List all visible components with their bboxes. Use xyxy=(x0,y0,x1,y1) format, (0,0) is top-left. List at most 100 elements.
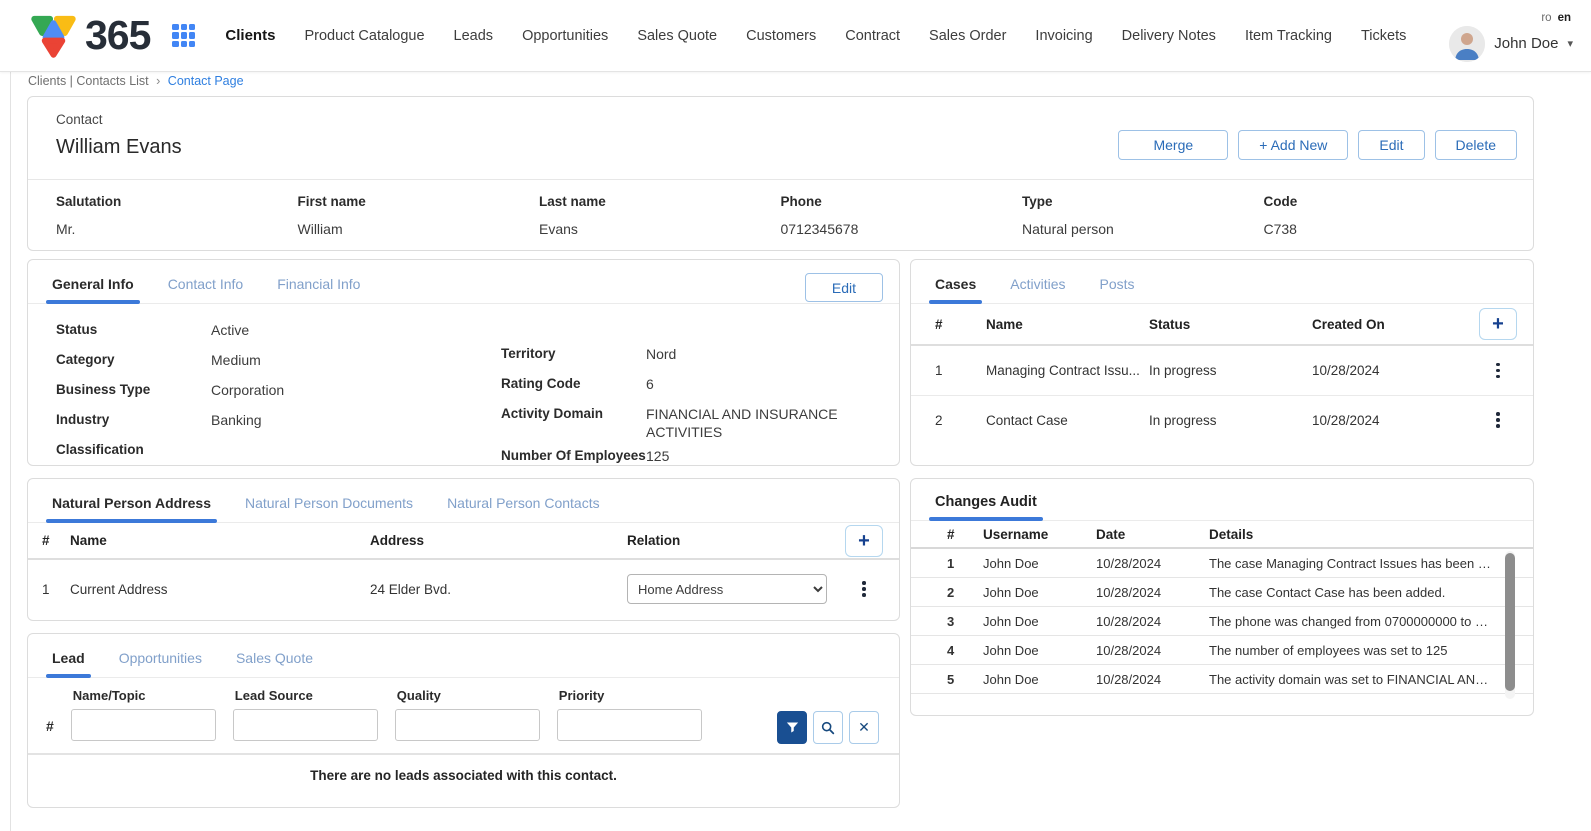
filter-name-topic: Name/Topic xyxy=(71,688,216,741)
audit-scrollbar-thumb[interactable] xyxy=(1505,553,1515,691)
app-logo[interactable]: 365 xyxy=(30,12,150,59)
nav-item-opportunities[interactable]: Opportunities xyxy=(522,28,608,44)
edit-button[interactable]: Edit xyxy=(1358,130,1424,160)
add-address-button[interactable]: + xyxy=(845,525,883,557)
main-nav: Clients Product Catalogue Leads Opportun… xyxy=(225,27,1406,44)
tab-cases[interactable]: Cases xyxy=(935,276,976,303)
nav-item-contract[interactable]: Contract xyxy=(845,28,900,44)
add-new-button[interactable]: + Add New xyxy=(1238,130,1348,160)
search-button[interactable] xyxy=(813,711,843,744)
field-business-type: Business Type Corporation xyxy=(56,381,501,405)
nav-item-sales-quote[interactable]: Sales Quote xyxy=(637,28,717,44)
tab-posts[interactable]: Posts xyxy=(1100,276,1135,303)
breadcrumb: Clients | Contacts List › Contact Page xyxy=(28,74,244,88)
general-info-tabs: General Info Contact Info Financial Info xyxy=(28,260,899,304)
kebab-menu-icon[interactable] xyxy=(1479,363,1517,379)
audit-table-header: # Username Date Details xyxy=(911,521,1533,549)
chevron-down-icon: ▾ xyxy=(1567,37,1573,50)
nav-item-customers[interactable]: Customers xyxy=(746,28,816,44)
funnel-icon xyxy=(785,720,800,735)
priority-input[interactable] xyxy=(557,709,702,741)
address-tabs: Natural Person Address Natural Person Do… xyxy=(28,479,899,523)
audit-title-wrap: Changes Audit xyxy=(911,479,1533,521)
changes-audit-card: Changes Audit # Username Date Details 1 … xyxy=(910,478,1534,716)
content-left-rule xyxy=(10,72,11,831)
nav-item-product-catalogue[interactable]: Product Catalogue xyxy=(304,28,424,44)
quality-input[interactable] xyxy=(395,709,540,741)
row-number-column: # xyxy=(46,718,54,734)
lang-en[interactable]: en xyxy=(1558,12,1571,24)
lead-source-input[interactable] xyxy=(233,709,378,741)
relation-select[interactable]: Home Address xyxy=(627,574,827,604)
nav-item-invoicing[interactable]: Invoicing xyxy=(1035,28,1092,44)
app-grid-icon[interactable] xyxy=(172,24,195,47)
case-row[interactable]: 2 Contact Case In progress 10/28/2024 xyxy=(911,395,1533,444)
audit-scrollbar xyxy=(1505,551,1515,699)
cases-card: Cases Activities Posts # Name Status Cre… xyxy=(910,259,1534,466)
field-activity-domain: Activity Domain FINANCIAL AND INSURANCE … xyxy=(501,405,875,441)
logo-text: 365 xyxy=(85,15,150,56)
nav-item-leads[interactable]: Leads xyxy=(454,28,494,44)
tab-financial-info[interactable]: Financial Info xyxy=(277,276,360,303)
tab-natural-person-contacts[interactable]: Natural Person Contacts xyxy=(447,495,600,522)
lang-ro[interactable]: ro xyxy=(1541,12,1551,24)
tab-sales-quote[interactable]: Sales Quote xyxy=(236,650,313,677)
field-type: Type Natural person xyxy=(1022,194,1264,237)
leads-empty-message: There are no leads associated with this … xyxy=(28,768,899,783)
breadcrumb-trail[interactable]: Clients | Contacts List xyxy=(28,74,149,88)
tab-lead[interactable]: Lead xyxy=(52,650,85,677)
kebab-menu-icon[interactable] xyxy=(1479,412,1517,428)
audit-title: Changes Audit xyxy=(935,494,1037,520)
lead-tabs: Lead Opportunities Sales Quote xyxy=(28,634,899,678)
audit-row: 1 John Doe 10/28/2024 The case Managing … xyxy=(911,549,1533,578)
tab-opportunities[interactable]: Opportunities xyxy=(119,650,202,677)
add-case-button[interactable]: + xyxy=(1479,308,1517,340)
field-number-of-employees: Number Of Employees 125 xyxy=(501,447,875,471)
merge-button[interactable]: Merge xyxy=(1118,130,1228,160)
tab-general-info[interactable]: General Info xyxy=(52,276,134,303)
close-icon: ✕ xyxy=(858,719,870,736)
field-rating-code: Rating Code 6 xyxy=(501,375,875,399)
lead-filter-buttons: ✕ xyxy=(777,711,879,744)
address-row[interactable]: 1 Current Address 24 Elder Bvd. Home Add… xyxy=(28,560,899,618)
general-info-card: General Info Contact Info Financial Info… xyxy=(27,259,900,466)
delete-button[interactable]: Delete xyxy=(1435,130,1517,160)
nav-item-clients[interactable]: Clients xyxy=(225,27,275,44)
nav-item-sales-order[interactable]: Sales Order xyxy=(929,28,1006,44)
general-info-edit-button[interactable]: Edit xyxy=(805,273,883,302)
nav-item-tickets[interactable]: Tickets xyxy=(1361,28,1406,44)
apply-filter-button[interactable] xyxy=(777,711,807,744)
audit-row: 5 John Doe 10/28/2024 The activity domai… xyxy=(911,665,1533,694)
clear-filter-button[interactable]: ✕ xyxy=(849,711,879,744)
contact-fields: Salutation Mr. First name William Last n… xyxy=(28,180,1533,237)
field-status: Status Active xyxy=(56,321,501,345)
natural-person-address-card: Natural Person Address Natural Person Do… xyxy=(27,478,900,621)
breadcrumb-current[interactable]: Contact Page xyxy=(168,74,244,88)
audit-row: 3 John Doe 10/28/2024 The phone was chan… xyxy=(911,607,1533,636)
user-menu[interactable]: John Doe ▾ xyxy=(1449,26,1573,66)
kebab-menu-icon[interactable] xyxy=(845,581,883,597)
case-row[interactable]: 1 Managing Contract Issu... In progress … xyxy=(911,346,1533,395)
tab-contact-info[interactable]: Contact Info xyxy=(168,276,244,303)
audit-row: 2 John Doe 10/28/2024 The case Contact C… xyxy=(911,578,1533,607)
field-salutation: Salutation Mr. xyxy=(56,194,298,237)
search-icon xyxy=(820,720,836,736)
tab-natural-person-documents[interactable]: Natural Person Documents xyxy=(245,495,413,522)
breadcrumb-separator-icon: › xyxy=(156,74,160,88)
tab-natural-person-address[interactable]: Natural Person Address xyxy=(52,495,211,522)
general-info-body: Status Active Category Medium Business T… xyxy=(28,304,899,477)
filter-quality: Quality xyxy=(395,688,540,741)
field-industry: Industry Banking xyxy=(56,411,501,435)
logo-clover-icon xyxy=(30,12,77,59)
field-code: Code C738 xyxy=(1264,194,1506,237)
name-topic-input[interactable] xyxy=(71,709,216,741)
field-category: Category Medium xyxy=(56,351,501,375)
nav-item-delivery-notes[interactable]: Delivery Notes xyxy=(1122,28,1216,44)
nav-item-item-tracking[interactable]: Item Tracking xyxy=(1245,28,1332,44)
field-territory: Territory Nord xyxy=(501,345,875,369)
filter-lead-source: Lead Source xyxy=(233,688,378,741)
field-phone: Phone 0712345678 xyxy=(781,194,1023,237)
audit-row: 4 John Doe 10/28/2024 The number of empl… xyxy=(911,636,1533,665)
field-last-name: Last name Evans xyxy=(539,194,781,237)
tab-activities[interactable]: Activities xyxy=(1010,276,1065,303)
